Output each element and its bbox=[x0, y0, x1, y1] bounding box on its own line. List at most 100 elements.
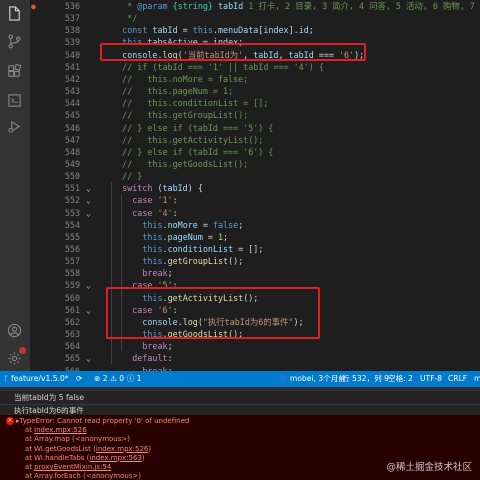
code-line[interactable]: 553 ⌄ case '4': bbox=[30, 207, 480, 220]
remote-explorer-icon[interactable] bbox=[4, 91, 24, 109]
code-line[interactable]: 564 break; bbox=[30, 340, 480, 353]
code-line[interactable]: 544 // this.conditionList = []; bbox=[30, 97, 480, 110]
fold-chevron-icon[interactable]: ⌄ bbox=[86, 182, 91, 195]
source-link[interactable]: index.mpx:526 bbox=[34, 426, 87, 434]
fold-chevron-icon[interactable]: ⌄ bbox=[86, 279, 91, 292]
indentation-status[interactable]: 空格: 2 bbox=[388, 371, 413, 387]
code-line[interactable]: 547 // this.getActivityList(); bbox=[30, 134, 480, 147]
code-token: tabId bbox=[162, 183, 188, 194]
code-editor[interactable]: ● 536 * @param {string} tabId 1 打卡, 2 目录,… bbox=[30, 0, 480, 371]
source-control-icon[interactable] bbox=[4, 32, 24, 50]
stack-frame: at Array.forEach (<anonymous>) bbox=[16, 472, 480, 480]
code-text: this.getGroupList(); bbox=[102, 255, 243, 268]
fold-chevron-icon[interactable]: ⌄ bbox=[86, 304, 91, 317]
code-token: (); bbox=[243, 292, 259, 303]
code-token: // if (tabId === '1' || tabId === '4') { bbox=[102, 61, 324, 72]
code-line[interactable]: 555 this.pageNum = 1; bbox=[30, 231, 480, 244]
code-token: = bbox=[202, 231, 218, 242]
fold-chevron-icon[interactable]: ⌄ bbox=[86, 194, 91, 207]
code-token: const bbox=[102, 25, 153, 36]
code-token: , bbox=[278, 49, 289, 60]
code-line[interactable]: 563 this.getGoodsList(); bbox=[30, 328, 480, 341]
code-token: conditionList bbox=[167, 244, 234, 254]
source-link[interactable]: index.mpx:563 bbox=[89, 454, 142, 462]
line-number: 547 bbox=[64, 134, 80, 145]
extensions-icon[interactable] bbox=[4, 62, 24, 80]
code-line[interactable]: 546 // } else if (tabId === '5') { bbox=[30, 122, 480, 135]
code-text: this.getGoodsList(); bbox=[102, 328, 243, 341]
code-line[interactable]: 554 this.noMore = false; bbox=[30, 219, 480, 232]
source-link[interactable]: index.mpx:526 bbox=[96, 445, 149, 453]
sync-icon[interactable]: ⟳ bbox=[76, 371, 82, 387]
code-line[interactable]: 549 // this.getGoodsList(); bbox=[30, 158, 480, 171]
code-token: false bbox=[212, 219, 239, 230]
code-token: id bbox=[298, 25, 309, 36]
code-line[interactable]: 561 ⌄ case '6': bbox=[30, 304, 480, 317]
code-token: === bbox=[313, 49, 339, 60]
fold-chevron-icon[interactable]: ⌄ bbox=[86, 352, 91, 365]
code-token: // this.noMore = false; bbox=[102, 73, 249, 84]
code-line[interactable]: 545 // this.getGroupList(); bbox=[30, 109, 480, 122]
stack-frame: at index.mpx:526 bbox=[16, 426, 480, 435]
fold-chevron-icon[interactable]: ⌄ bbox=[86, 207, 91, 220]
code-token: ); bbox=[293, 316, 304, 327]
code-token: tabId bbox=[253, 49, 279, 60]
code-line[interactable]: 540 console.log('当前tabId为', tabId, tabId… bbox=[30, 49, 480, 62]
code-token: index bbox=[212, 37, 239, 48]
code-token: noMore bbox=[167, 219, 198, 230]
files-icon[interactable] bbox=[4, 4, 24, 22]
problems-status[interactable]: ⊗ 2 ⚠ 0 ⓘ 1 bbox=[94, 371, 141, 387]
code-line[interactable]: 551 ⌄ switch (tabId) { bbox=[30, 182, 480, 195]
code-line[interactable]: 559 ⌄ case '5': bbox=[30, 279, 480, 292]
code-text: // this.noMore = false; bbox=[102, 73, 248, 86]
stack-frame: at Wi.getGoodsList (index.mpx:526) bbox=[16, 445, 480, 454]
code-line[interactable]: 562 console.log("执行tabId为6的事件"); bbox=[30, 316, 480, 329]
eol-status[interactable]: CRLF bbox=[448, 371, 467, 387]
language-status[interactable]: m bbox=[474, 371, 480, 387]
code-token: ; bbox=[167, 268, 173, 279]
code-line[interactable]: 541 // if (tabId === '1' || tabId === '4… bbox=[30, 61, 480, 74]
code-line[interactable]: 543 // this.pageNum = 1; bbox=[30, 85, 480, 98]
code-line[interactable]: 556 this.conditionList = []; bbox=[30, 243, 480, 256]
code-token: 1 打卡, 2 目录, 3 简介, 4 问答, 5 活动, 6 购物, 7 推荐 bbox=[243, 1, 480, 11]
line-number: 551 bbox=[64, 183, 80, 194]
info-count: 1 bbox=[136, 374, 142, 383]
code-line[interactable]: 550 // } bbox=[30, 170, 480, 183]
code-token: ; bbox=[308, 25, 314, 36]
code-line[interactable]: 560 this.getActivityList(); bbox=[30, 292, 480, 305]
code-text: break; bbox=[102, 267, 173, 280]
stack-text: at Array.map (<anonymous>) bbox=[16, 435, 130, 444]
code-token: this bbox=[102, 37, 143, 48]
git-blame-status[interactable]: 👤 mobei, 3个月前 bbox=[278, 371, 346, 387]
code-token: // } bbox=[102, 171, 143, 182]
code-token: '5' bbox=[157, 280, 173, 291]
source-link[interactable]: proxyEventMixin.js:54 bbox=[34, 463, 111, 471]
code-line[interactable]: 552 ⌄ case '1': bbox=[30, 194, 480, 207]
run-debug-icon[interactable] bbox=[4, 117, 24, 135]
code-line[interactable]: 565 ⌄ default: bbox=[30, 352, 480, 365]
code-token: = bbox=[177, 25, 193, 36]
cursor-position[interactable]: 行 532，列 9 bbox=[342, 371, 389, 387]
code-line[interactable]: 558 break; bbox=[30, 267, 480, 280]
line-number: 539 bbox=[64, 37, 80, 48]
code-line[interactable]: 542 // this.noMore = false; bbox=[30, 73, 480, 86]
account-icon[interactable] bbox=[4, 321, 24, 339]
code-line[interactable]: 548 // } else if (tabId === '6') { bbox=[30, 146, 480, 159]
code-text: break; bbox=[102, 340, 172, 353]
status-bar: ᚴ feature/v1.5.0* ⟳ ⊗ 2 ⚠ 0 ⓘ 1 👤 mobei,… bbox=[0, 371, 480, 387]
code-line[interactable]: ● 536 * @param {string} tabId 1 打卡, 2 目录,… bbox=[30, 0, 480, 13]
code-token: = bbox=[197, 37, 213, 48]
code-line[interactable]: 538 const tabId = this.menuData[index].i… bbox=[30, 24, 480, 37]
code-line[interactable]: 539 this.tabsActive = index; bbox=[30, 36, 480, 49]
code-token: // } else if (tabId === '5') { bbox=[102, 122, 274, 133]
error-text[interactable]: ▸TypeError: Cannot read property '0' of … bbox=[16, 417, 189, 425]
settings-gear-icon[interactable] bbox=[4, 347, 26, 367]
warning-count: 0 bbox=[119, 374, 125, 383]
code-line[interactable]: 557 this.getGroupList(); bbox=[30, 255, 480, 268]
line-number: 561 bbox=[64, 304, 80, 315]
branch-status[interactable]: ᚴ feature/v1.5.0* bbox=[4, 371, 69, 387]
encoding-status[interactable]: UTF-8 bbox=[420, 371, 442, 387]
code-line[interactable]: 537 */ bbox=[30, 12, 480, 25]
code-token: this bbox=[192, 25, 213, 36]
line-number: 560 bbox=[64, 292, 80, 303]
